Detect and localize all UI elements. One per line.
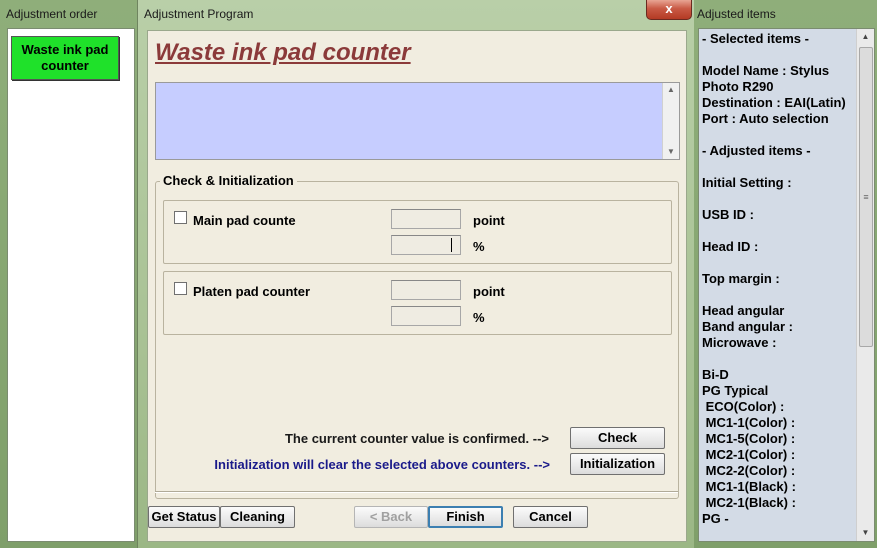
adjusted-item-line	[702, 159, 854, 175]
adjusted-item-line: USB ID :	[702, 207, 754, 222]
adjustment-order-list: Waste ink pad counter	[7, 28, 135, 542]
adjusted-items-title: Adjusted items	[697, 7, 776, 21]
platen-pad-percent-unit: %	[473, 310, 485, 325]
main-pad-point-field	[391, 209, 461, 229]
close-button[interactable]: x	[646, 0, 692, 20]
adjusted-item-line: PG Typical	[702, 383, 769, 398]
adjusted-items-panel: - Selected items - Model Name : Stylus Ph…	[698, 28, 875, 542]
cancel-button[interactable]: Cancel	[513, 506, 588, 528]
order-item-label: Waste ink pad counter	[21, 42, 109, 73]
adjusted-item-line: Band angular :	[702, 319, 794, 334]
initialization-button[interactable]: Initialization	[570, 453, 665, 475]
adjusted-item-line	[702, 287, 854, 303]
adjustment-order-window: Adjustment order Waste ink pad counter	[0, 0, 137, 548]
adjusted-item-line: Model Name : Stylus	[702, 63, 830, 78]
message-scrollbar[interactable]: ▲ ▼	[662, 83, 679, 159]
adjusted-item-line: Microwave :	[702, 335, 777, 350]
platen-pad-point-field	[391, 280, 461, 300]
up-arrow-icon[interactable]: ▲	[857, 29, 874, 45]
adjusted-item-line: MC2-1(Color) :	[702, 447, 796, 462]
page-title: Waste ink pad counter	[155, 39, 411, 66]
adjusted-item-line: ECO(Color) :	[702, 399, 785, 414]
group-label: Check & Initialization	[160, 173, 297, 188]
adjusted-item-line: Port : Auto selection	[702, 111, 829, 126]
adjusted-item-line: Head ID :	[702, 239, 759, 254]
platen-pad-section: Platen pad counter point %	[163, 271, 672, 335]
main-pad-checkbox[interactable]	[174, 211, 187, 224]
adjusted-item-line: MC1-5(Color) :	[702, 431, 796, 446]
adjusted-item-line: Bi-D	[702, 367, 729, 382]
adjusted-item-line: PG -	[702, 511, 729, 526]
main-pad-percent-field	[391, 235, 461, 255]
down-arrow-icon[interactable]: ▼	[857, 525, 874, 541]
adjustment-program-title: Adjustment Program	[144, 7, 254, 21]
adjusted-item-line: - Selected items -	[702, 31, 809, 46]
adjusted-items-list: - Selected items - Model Name : Stylus Ph…	[702, 31, 854, 527]
initialization-text: Initialization will clear the selected a…	[214, 457, 550, 472]
adjusted-item-line: MC2-1(Black) :	[702, 495, 796, 510]
platen-pad-label: Platen pad counter	[193, 284, 311, 299]
back-button: < Back	[354, 506, 428, 528]
scroll-thumb[interactable]: ≡	[859, 47, 873, 347]
adjusted-item-line: - Adjusted items -	[702, 143, 811, 158]
down-arrow-icon[interactable]: ▼	[663, 145, 679, 159]
cleaning-button[interactable]: Cleaning	[220, 506, 295, 528]
adjusted-items-window: Adjusted items - Selected items - Model …	[694, 0, 877, 548]
adjusted-item-line: MC1-1(Color) :	[702, 415, 796, 430]
close-icon: x	[665, 1, 673, 16]
adjusted-items-scrollbar[interactable]: ▲ ≡ ▼	[856, 29, 874, 541]
finish-button[interactable]: Finish	[428, 506, 503, 528]
separator	[155, 491, 678, 493]
adjustment-program-titlebar: Adjustment Program x	[138, 0, 695, 28]
adjusted-item-line	[702, 255, 854, 271]
main-pad-point-unit: point	[473, 213, 505, 228]
dialog-client-area: Waste ink pad counter ▲ ▼ Check & Initia…	[147, 30, 687, 542]
up-arrow-icon[interactable]: ▲	[663, 83, 679, 97]
main-pad-section: Main pad counte point %	[163, 200, 672, 264]
check-button[interactable]: Check	[570, 427, 665, 449]
adjusted-item-line: Initial Setting :	[702, 175, 792, 190]
text-caret	[451, 238, 452, 252]
adjusted-item-line	[702, 351, 854, 367]
adjusted-item-line: MC2-2(Color) :	[702, 463, 796, 478]
message-textarea[interactable]: ▲ ▼	[155, 82, 680, 160]
adjustment-order-title: Adjustment order	[6, 7, 98, 21]
adjusted-item-line: MC1-1(Black) :	[702, 479, 796, 494]
order-item-waste-ink-pad[interactable]: Waste ink pad counter	[11, 36, 119, 80]
adjustment-program-window: Adjustment Program x Waste ink pad count…	[137, 0, 696, 548]
adjusted-item-line	[702, 191, 854, 207]
adjusted-item-line: Photo R290	[702, 79, 774, 94]
confirm-text: The current counter value is confirmed. …	[284, 431, 549, 446]
platen-pad-percent-field	[391, 306, 461, 326]
get-status-button[interactable]: Get Status	[148, 506, 220, 528]
adjusted-item-line: Head angular	[702, 303, 785, 318]
adjusted-item-line	[702, 223, 854, 239]
adjusted-item-line	[702, 47, 854, 63]
platen-pad-point-unit: point	[473, 284, 505, 299]
main-pad-percent-unit: %	[473, 239, 485, 254]
adjusted-item-line: Top margin :	[702, 271, 780, 286]
main-pad-label: Main pad counte	[193, 213, 296, 228]
platen-pad-checkbox[interactable]	[174, 282, 187, 295]
adjusted-item-line: Destination : EAI(Latin)	[702, 95, 846, 110]
adjusted-item-line	[702, 127, 854, 143]
